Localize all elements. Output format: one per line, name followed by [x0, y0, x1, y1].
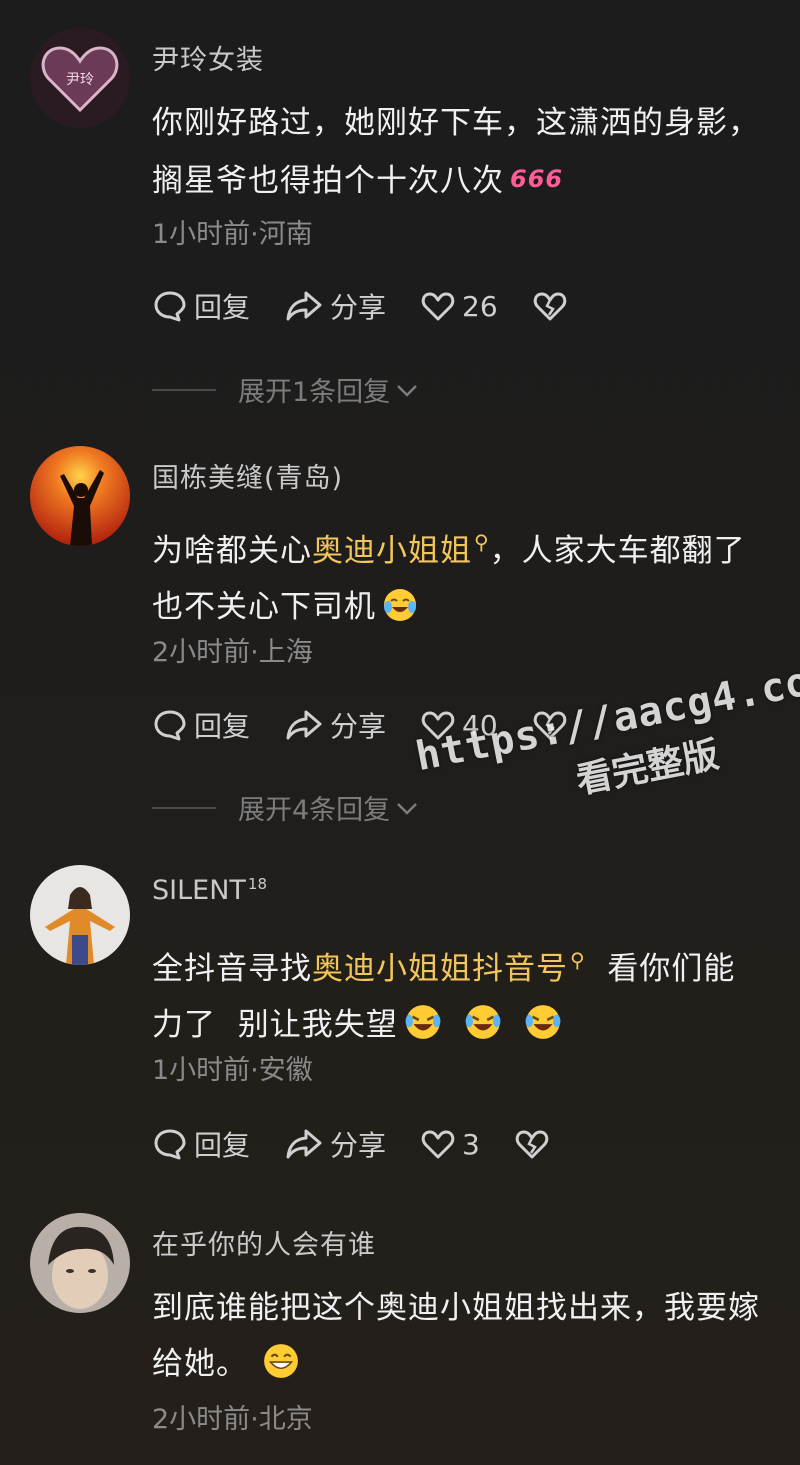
expand-replies-button[interactable]: 展开1条回复: [152, 370, 420, 409]
comment-text-span: 也不关心下司机: [152, 589, 376, 625]
divider-line: [152, 806, 216, 809]
reply-button[interactable]: 回复: [152, 705, 250, 745]
reply-label: 回复: [194, 291, 251, 324]
share-arrow-icon: [286, 710, 322, 740]
comment-text-span: 搁星爷也得拍个十次八次: [152, 163, 504, 199]
666-emoji: 666: [510, 165, 564, 193]
rofl-emoji: [524, 1003, 562, 1059]
comment-text-span: 看你们能: [585, 951, 736, 987]
comment-text: 到底谁能把这个奥迪小姐姐找出来，我要嫁 给她。: [152, 1280, 777, 1398]
share-label: 分享: [330, 291, 387, 324]
comment-meta: 1小时前·河南: [152, 219, 313, 250]
comment-meta: 1小时前·安徽: [152, 1055, 313, 1086]
dislike-button[interactable]: [514, 1126, 556, 1162]
comment-text-line: 给她。: [152, 1336, 777, 1398]
broken-heart-icon: [515, 1130, 549, 1159]
comment-text-line: 为啥都关心奥迪小姐姐 ⚲，人家大车都翻了: [152, 514, 777, 579]
expand-label: 展开4条回复: [238, 795, 391, 826]
comment-text-line: 搁星爷也得拍个十次八次 666: [152, 151, 777, 209]
comment-text-span: 给她。: [152, 1346, 248, 1382]
comment-bubble-icon: [154, 1129, 186, 1160]
comment-text-line: 到底谁能把这个奥迪小姐姐找出来，我要嫁: [152, 1290, 760, 1326]
divider-line: [152, 388, 216, 391]
watermark: https://aacg4.com 看完整版: [412, 654, 800, 833]
dislike-button[interactable]: [532, 288, 574, 324]
comment-text-span: 力了 别让我失望: [152, 1007, 398, 1043]
search-icon[interactable]: ⚲: [474, 530, 490, 554]
rofl-emoji: [464, 1003, 502, 1059]
reply-label: 回复: [194, 710, 251, 743]
username-text: SILENT: [152, 875, 246, 906]
username[interactable]: SILENT 18: [152, 875, 267, 906]
comment-text-span: ，人家大车都翻了: [489, 533, 746, 569]
broken-heart-icon: [533, 292, 566, 321]
heart-icon: [421, 1130, 455, 1159]
comment-text-span: 为啥都关心: [152, 533, 312, 569]
expand-replies-button[interactable]: 展开4条回复: [152, 788, 420, 827]
comment-meta: 2小时前·上海: [152, 637, 313, 668]
share-label: 分享: [330, 1129, 387, 1162]
rofl-emoji: [404, 1003, 442, 1059]
action-bar: 回复 分享 26: [152, 286, 608, 326]
chevron-down-icon: [397, 802, 418, 815]
like-button[interactable]: 26: [420, 288, 498, 324]
like-button[interactable]: 3: [420, 1126, 480, 1162]
comment-bubble-icon: [154, 291, 186, 322]
avatar[interactable]: [30, 1213, 130, 1313]
like-count: 3: [462, 1127, 480, 1161]
comment-text-line: 全抖音寻找奥迪小姐姐抖音号 ⚲ 看你们能: [152, 932, 777, 997]
username[interactable]: 国栋美缝(青岛): [152, 456, 343, 495]
share-button[interactable]: 分享: [284, 705, 386, 745]
crying-laughing-emoji: [382, 585, 418, 641]
comment-bubble-icon: [154, 710, 186, 741]
share-arrow-icon: [286, 1129, 322, 1159]
search-link[interactable]: 奥迪小姐姐: [312, 533, 472, 569]
comment-text: 你刚好路过，她刚好下车，这潇洒的身影， 搁星爷也得拍个十次八次 666: [152, 95, 777, 209]
share-arrow-icon: [286, 291, 322, 321]
search-link[interactable]: 奥迪小姐姐抖音号: [312, 951, 568, 987]
share-label: 分享: [330, 710, 387, 743]
expand-label: 展开1条回复: [238, 377, 391, 408]
like-count: 26: [462, 289, 498, 323]
svg-text:尹玲: 尹玲: [66, 72, 94, 88]
avatar[interactable]: [30, 865, 130, 965]
search-icon[interactable]: ⚲: [570, 948, 586, 972]
share-button[interactable]: 分享: [284, 286, 386, 326]
reply-button[interactable]: 回复: [152, 286, 250, 326]
avatar[interactable]: 尹玲: [30, 28, 130, 128]
grinning-emoji: [262, 1342, 300, 1398]
reply-label: 回复: [194, 1129, 251, 1162]
username-superscript: 18: [247, 875, 267, 893]
comment-text: 为啥都关心奥迪小姐姐 ⚲，人家大车都翻了 也不关心下司机: [152, 514, 777, 641]
comment-text: 全抖音寻找奥迪小姐姐抖音号 ⚲ 看你们能 力了 别让我失望: [152, 932, 777, 1059]
chevron-down-icon: [397, 384, 418, 397]
username[interactable]: 尹玲女装: [152, 38, 264, 77]
avatar[interactable]: [30, 446, 130, 546]
reply-button[interactable]: 回复: [152, 1124, 250, 1164]
action-bar: 回复 分享 3: [152, 1124, 590, 1164]
username[interactable]: 在乎你的人会有谁: [152, 1223, 376, 1262]
share-button[interactable]: 分享: [284, 1124, 386, 1164]
comment-text-span: 全抖音寻找: [152, 951, 312, 987]
comment-meta: 2小时前·北京: [152, 1404, 313, 1435]
heart-icon: [421, 292, 455, 321]
comment-text-line: 你刚好路过，她刚好下车，这潇洒的身影，: [152, 105, 760, 141]
